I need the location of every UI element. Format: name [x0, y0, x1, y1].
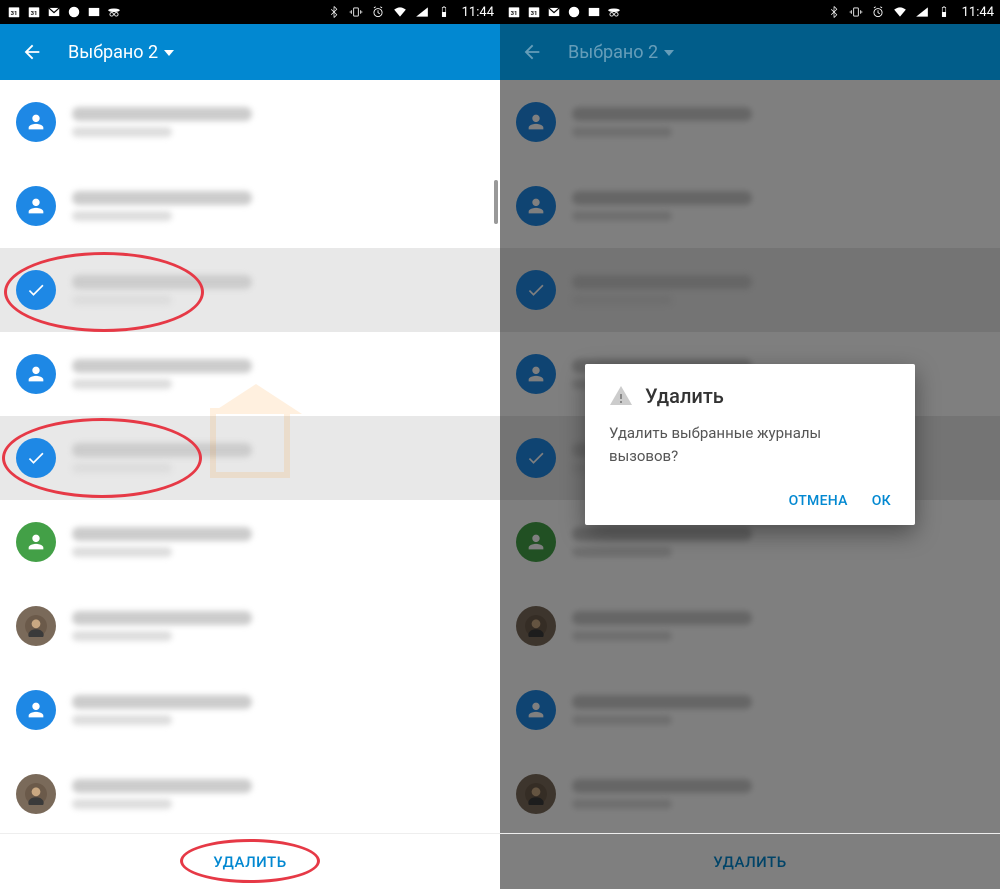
- list-item[interactable]: [0, 164, 500, 248]
- person-icon: [16, 690, 56, 730]
- dialog-overlay: Удалить Удалить выбранные журналы вызово…: [500, 0, 1000, 889]
- item-text: [72, 527, 484, 557]
- person-icon: [16, 522, 56, 562]
- call-log-list[interactable]: [0, 80, 500, 833]
- list-item[interactable]: [0, 248, 500, 332]
- item-text: [72, 695, 484, 725]
- status-bar: 31 31 11:44: [0, 0, 500, 24]
- dialog-message: Удалить выбранные журналы вызовов?: [609, 422, 891, 467]
- battery-icon: [436, 4, 452, 20]
- list-item[interactable]: [0, 416, 500, 500]
- ok-button[interactable]: ОК: [872, 493, 891, 509]
- wifi-icon: [392, 4, 408, 20]
- calendar-icon: 31: [6, 4, 22, 20]
- delete-button[interactable]: УДАЛИТЬ: [213, 853, 286, 871]
- item-text: [72, 611, 484, 641]
- list-item[interactable]: [0, 668, 500, 752]
- list-item[interactable]: [0, 80, 500, 164]
- gmail-icon: [46, 4, 62, 20]
- bluetooth-icon: [326, 4, 342, 20]
- app-icon: [66, 4, 82, 20]
- person-icon: [16, 186, 56, 226]
- person-icon: [16, 354, 56, 394]
- calendar-icon: 31: [26, 4, 42, 20]
- item-text: [72, 107, 484, 137]
- app-bar: Выбрано 2: [0, 24, 500, 80]
- item-text: [72, 779, 484, 809]
- back-button[interactable]: [12, 32, 52, 72]
- warning-icon: [609, 384, 633, 408]
- selection-title: Выбрано 2: [68, 42, 158, 63]
- vibrate-icon: [348, 4, 364, 20]
- bottom-bar: УДАЛИТЬ: [0, 833, 500, 889]
- list-item[interactable]: [0, 584, 500, 668]
- item-text: [72, 275, 484, 305]
- list-item[interactable]: [0, 500, 500, 584]
- item-text: [72, 359, 484, 389]
- selection-dropdown[interactable]: Выбрано 2: [68, 42, 174, 63]
- cancel-button[interactable]: ОТМЕНА: [789, 493, 848, 509]
- svg-text:31: 31: [11, 11, 18, 17]
- chevron-down-icon: [164, 42, 174, 63]
- item-text: [72, 191, 484, 221]
- confirm-dialog: Удалить Удалить выбранные журналы вызово…: [585, 364, 915, 525]
- dialog-title: Удалить: [645, 384, 724, 408]
- person-icon: [16, 102, 56, 142]
- signal-icon: [414, 4, 430, 20]
- list-item[interactable]: [0, 752, 500, 833]
- list-item[interactable]: [0, 332, 500, 416]
- alarm-icon: [370, 4, 386, 20]
- status-time: 11:44: [458, 5, 494, 20]
- svg-text:31: 31: [31, 11, 38, 17]
- avatar-photo: [16, 774, 56, 814]
- checkmark-icon: [16, 270, 56, 310]
- image-icon: [86, 4, 102, 20]
- avatar-photo: [16, 606, 56, 646]
- item-text: [72, 443, 484, 473]
- incognito-icon: [106, 4, 122, 20]
- checkmark-icon: [16, 438, 56, 478]
